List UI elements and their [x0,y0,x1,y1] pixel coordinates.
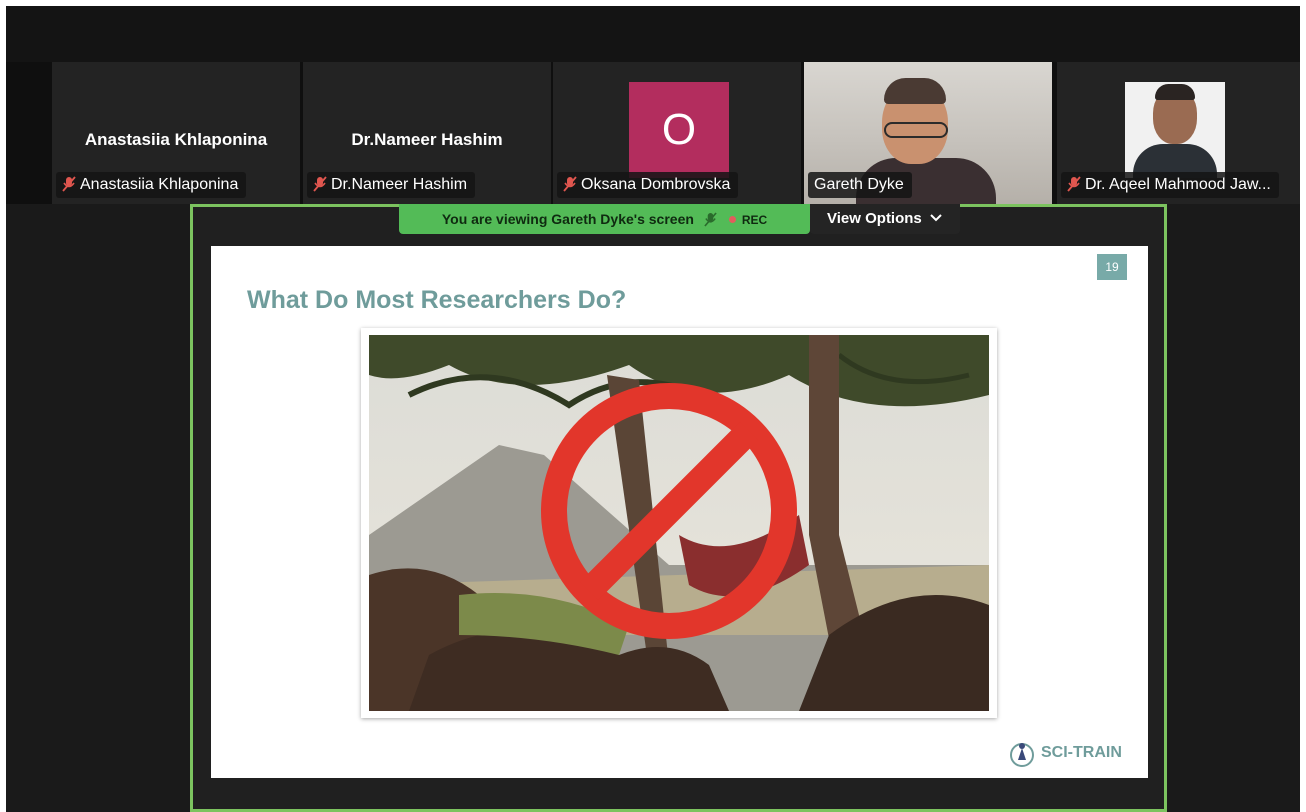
participant-name-tag: Gareth Dyke [808,172,912,198]
participant-tag-label: Dr. Aqeel Mahmood Jaw... [1085,176,1271,193]
top-bar [6,6,1300,62]
view-options-button[interactable]: View Options [810,204,960,234]
participant-photo [1125,82,1225,178]
mic-muted-icon [563,176,577,192]
chevron-down-icon [930,214,942,222]
participant-display-name: Dr.Nameer Hashim [351,130,503,149]
participant-tag-label: Gareth Dyke [814,176,904,193]
participant-name-tag: Anastasiia Khlaponina [56,172,247,198]
participant-tag-label: Anastasiia Khlaponina [80,176,239,193]
participant-name-tag: Dr. Aqeel Mahmood Jaw... [1061,172,1279,198]
view-options-label: View Options [827,210,922,227]
participant-tag-label: Dr.Nameer Hashim [331,176,468,193]
participant-tile-oksana[interactable]: O Oksana Dombrovska [553,62,801,204]
participant-name-tag: Oksana Dombrovska [557,172,739,198]
mic-muted-icon [62,176,76,192]
participant-tag-label: Oksana Dombrovska [581,176,731,193]
zoom-meeting-window: Anastasiia Khlaponina Anastasiia Khlapon… [6,6,1300,812]
slide-picture [361,328,997,718]
participant-tile-anastasiia[interactable]: Anastasiia Khlaponina Anastasiia Khlapon… [52,62,300,204]
mic-muted-icon [704,212,717,227]
screen-share-banner: You are viewing Gareth Dyke's screen REC [399,204,810,234]
mic-muted-icon [313,176,327,192]
presentation-slide: 19 What Do Most Researchers Do? SCI-TRAI… [211,246,1148,778]
screen-share-text: You are viewing Gareth Dyke's screen [441,211,694,227]
avatar: O [629,82,729,178]
participant-strip: Anastasiia Khlaponina Anastasiia Khlapon… [6,62,1300,204]
rec-dot [728,216,736,223]
mic-muted-icon [1067,176,1081,192]
logo-text: SCI-TRAIN [1041,744,1122,761]
participant-name-tag: Dr.Nameer Hashim [307,172,476,198]
participant-tile-nameer[interactable]: Dr.Nameer Hashim Dr.Nameer Hashim [303,62,551,204]
sci-train-logo-icon [1010,743,1034,767]
slide-title: What Do Most Researchers Do? [247,286,627,314]
participant-tile-gareth[interactable]: Gareth Dyke [804,62,1052,204]
slide-page-number: 19 [1097,254,1127,280]
rec-label: REC [741,213,768,227]
participant-tile-aqeel[interactable]: Dr. Aqeel Mahmood Jaw... [1057,62,1300,204]
participant-display-name: Anastasiia Khlaponina [84,130,268,149]
hammock-landscape-image [369,335,989,711]
